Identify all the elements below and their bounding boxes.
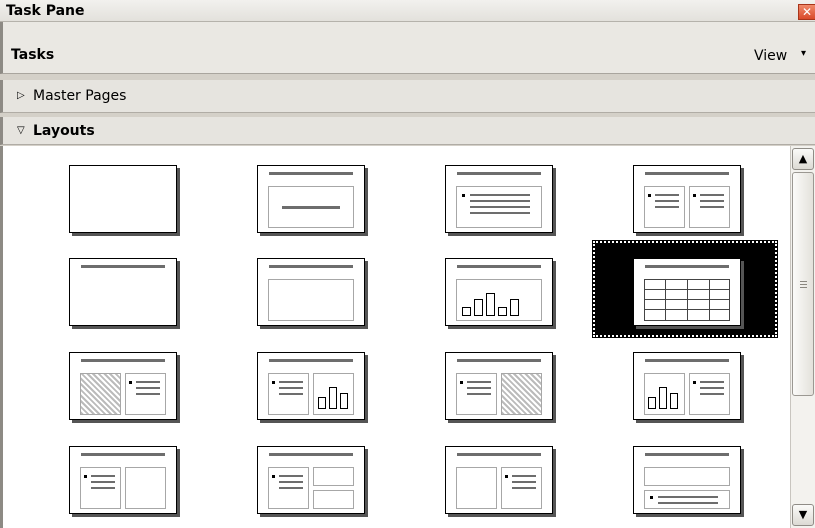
chevron-down-icon: ▼ [798, 508, 808, 521]
layout-title-2-content[interactable] [633, 165, 741, 233]
scroll-down-button[interactable]: ▼ [792, 504, 814, 526]
tasks-title: Tasks [11, 47, 55, 63]
scrollbar-thumb[interactable] [792, 172, 814, 396]
layout-title-box-text[interactable] [445, 446, 553, 514]
task-pane-titlebar: Task Pane ✕ [0, 0, 815, 22]
layout-centered-text[interactable] [257, 258, 365, 326]
layouts-scrollbar[interactable]: ▲ ▼ [790, 146, 815, 528]
layout-title-only[interactable] [257, 165, 365, 233]
layout-blank[interactable] [69, 165, 177, 233]
layout-title-chart-text[interactable] [633, 352, 741, 420]
layout-title-text-bottom[interactable] [633, 446, 741, 514]
layout-title-text-chart[interactable] [257, 352, 365, 420]
collapse-arrow-icon: ▽ [17, 125, 25, 136]
layouts-section-header[interactable]: ▽ Layouts [0, 117, 815, 145]
window-title: Task Pane [6, 3, 85, 19]
layout-title-text-clipart[interactable] [445, 352, 553, 420]
layout-title-text-2-boxes[interactable] [257, 446, 365, 514]
layout-title-text-box[interactable] [69, 446, 177, 514]
layout-title-chart[interactable] [445, 258, 553, 326]
layouts-label: Layouts [33, 123, 95, 139]
master-pages-section-header[interactable]: ▷ Master Pages [0, 80, 815, 113]
master-pages-label: Master Pages [33, 88, 127, 104]
layout-title-only-top[interactable] [69, 258, 177, 326]
layout-title-content[interactable] [445, 165, 553, 233]
close-button[interactable]: ✕ [798, 4, 815, 20]
view-menu-button[interactable]: View [754, 48, 787, 64]
tasks-header: Tasks View ▾ [0, 22, 815, 74]
layout-title-table[interactable] [633, 258, 741, 326]
layouts-panel [0, 146, 790, 528]
scroll-up-button[interactable]: ▲ [792, 148, 814, 170]
chevron-up-icon: ▲ [798, 152, 808, 165]
layout-title-clipart-text[interactable] [69, 352, 177, 420]
close-icon: ✕ [801, 5, 813, 19]
chevron-down-icon[interactable]: ▾ [801, 48, 806, 59]
expand-arrow-icon: ▷ [17, 90, 25, 101]
